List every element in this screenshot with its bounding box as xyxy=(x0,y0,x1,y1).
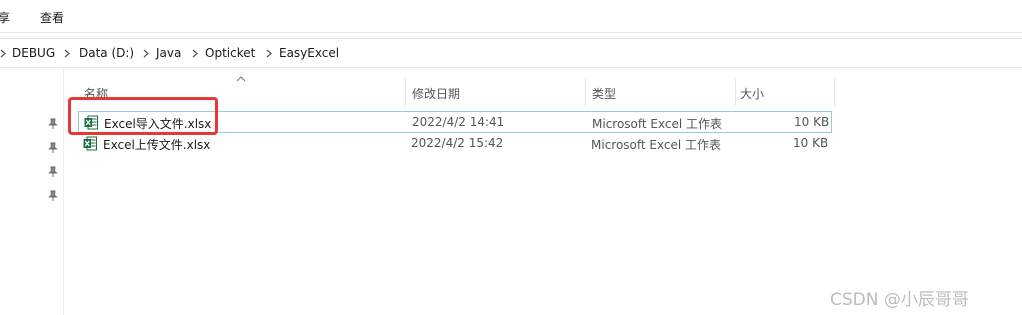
column-header-type-label: 类型 xyxy=(592,87,617,101)
file-size: 10 KB xyxy=(794,115,830,129)
breadcrumb-item-easyexcel[interactable]: EasyExcel xyxy=(279,46,339,60)
ribbon-bar: 享 查看 xyxy=(0,0,1022,33)
chevron-right-icon[interactable] xyxy=(64,49,70,58)
column-header-modified[interactable]: 修改日期 xyxy=(406,80,585,106)
file-explorer-window: 享 查看 DEBUG Data (D:) Java Opticket EasyE… xyxy=(0,0,1022,315)
watermark: CSDN @小辰哥哥 xyxy=(830,290,969,310)
address-bar[interactable]: DEBUG Data (D:) Java Opticket EasyExcel xyxy=(0,38,1022,68)
column-header-type[interactable]: 类型 xyxy=(586,80,735,106)
breadcrumb-item-java[interactable]: Java xyxy=(156,46,181,60)
ribbon-tab-view[interactable]: 查看 xyxy=(40,9,64,26)
pin-icon[interactable] xyxy=(48,190,58,202)
file-modified: 2022/4/2 15:42 xyxy=(411,136,504,150)
file-type: Microsoft Excel 工作表 xyxy=(592,117,723,131)
column-divider[interactable] xyxy=(834,78,835,106)
column-header-size-label: 大小 xyxy=(740,87,765,101)
navigation-pane xyxy=(0,68,64,315)
chevron-right-icon[interactable] xyxy=(266,49,272,58)
excel-file-icon xyxy=(83,136,97,151)
pin-icon[interactable] xyxy=(48,118,58,130)
chevron-right-icon[interactable] xyxy=(192,49,198,58)
file-row[interactable]: Excel上传文件.xlsx 2022/4/2 15:42 Microsoft … xyxy=(78,133,832,155)
breadcrumb-item-data-drive[interactable]: Data (D:) xyxy=(79,46,134,60)
file-modified: 2022/4/2 14:41 xyxy=(412,115,505,129)
pin-icon[interactable] xyxy=(48,166,58,178)
chevron-right-icon[interactable] xyxy=(143,49,149,58)
column-header-modified-label: 修改日期 xyxy=(412,87,461,101)
pin-icon[interactable] xyxy=(48,142,58,154)
file-size: 10 KB xyxy=(793,136,829,150)
file-type: Microsoft Excel 工作表 xyxy=(591,138,722,152)
ribbon-tab-share[interactable]: 享 xyxy=(0,9,10,26)
column-header-size[interactable]: 大小 xyxy=(736,80,834,106)
chevron-right-icon xyxy=(0,49,6,58)
annotation-highlight-box xyxy=(68,97,218,135)
breadcrumb-item-opticket[interactable]: Opticket xyxy=(205,46,255,60)
breadcrumb-item-debug[interactable]: DEBUG xyxy=(12,46,55,60)
file-name[interactable]: Excel上传文件.xlsx xyxy=(103,136,210,153)
